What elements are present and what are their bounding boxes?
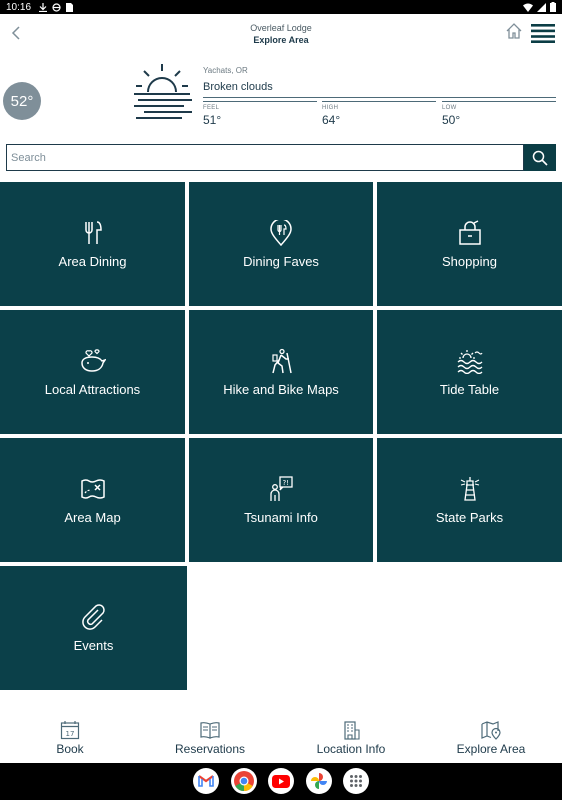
hamburger-icon [531, 24, 555, 43]
tile-label: Area Dining [58, 253, 127, 269]
low-label: LOW [442, 105, 457, 111]
tile-label: Shopping [442, 253, 497, 269]
status-bar: 10:16 [0, 0, 562, 14]
sun-clouds-icon [134, 64, 192, 119]
hiker-icon [272, 348, 292, 373]
calendar-day: 17 [66, 730, 75, 738]
tile-dining-faves[interactable]: Dining Faves [189, 182, 373, 306]
battery-icon [550, 2, 556, 12]
tile-tide-table[interactable]: Tide Table [377, 310, 562, 434]
feel-value: 51° [203, 113, 222, 127]
home-button[interactable] [505, 22, 523, 40]
download-icon [39, 2, 48, 12]
tile-label: Tsunami Info [244, 509, 318, 525]
treasure-map-icon [80, 478, 105, 499]
tile-area-map[interactable]: Area Map [0, 438, 185, 562]
nav-location-info[interactable]: Location Info [281, 710, 421, 763]
waves-icon [457, 349, 483, 374]
low-value: 50° [442, 113, 461, 127]
sync-icon [52, 2, 61, 12]
search-box [6, 144, 524, 171]
tile-label: Events [73, 637, 114, 653]
dining-pin-icon [270, 219, 292, 246]
status-time: 10:16 [6, 1, 32, 13]
header-subtitle: Overleaf Lodge [250, 23, 312, 33]
person-alert-icon: ?! [270, 475, 293, 501]
sim-icon [66, 2, 74, 12]
signal-icon [537, 2, 546, 12]
shopping-bag-icon [458, 219, 481, 245]
tile-shopping[interactable]: Shopping [377, 182, 562, 306]
tile-label: Area Map [64, 509, 121, 525]
search-button[interactable] [524, 144, 556, 171]
menu-button[interactable] [531, 23, 555, 43]
gmail-icon[interactable] [193, 768, 219, 794]
nav-book[interactable]: 17 Book [0, 710, 140, 763]
nav-label: Location Info [316, 742, 386, 756]
map-pin-icon [481, 721, 501, 740]
tile-tsunami-info[interactable]: ?! Tsunami Info [189, 438, 373, 562]
high-stat: HIGH 64° [322, 101, 436, 127]
tile-hike-bike-maps[interactable]: Hike and Bike Maps [189, 310, 373, 434]
nav-reservations[interactable]: Reservations [140, 710, 280, 763]
high-label: HIGH [322, 105, 339, 111]
home-icon [506, 23, 522, 39]
nav-label: Book [56, 742, 84, 756]
nav-label: Reservations [174, 742, 246, 756]
building-icon [344, 721, 360, 740]
calendar-icon: 17 [60, 721, 80, 740]
tile-label: Dining Faves [243, 253, 319, 269]
book-icon [200, 722, 220, 739]
current-temp: 52° [10, 92, 34, 110]
tile-label: State Parks [435, 509, 504, 525]
high-value: 64° [322, 113, 341, 127]
tile-label: Tide Table [439, 381, 500, 397]
weather-conditions: Broken clouds [203, 81, 556, 98]
feel-stat: FEEL 51° [203, 101, 317, 127]
feel-label: FEEL [203, 105, 220, 111]
system-dock [0, 763, 562, 800]
bottom-nav: 17 Book Reservations Location Info Explo… [0, 710, 562, 763]
tile-label: Local Attractions [44, 381, 141, 397]
chrome-icon[interactable] [231, 768, 257, 794]
weather-location: Yachats, OR [203, 66, 248, 75]
tile-label: Hike and Bike Maps [223, 381, 339, 397]
current-temp-badge: 52° [3, 82, 41, 120]
tile-local-attractions[interactable]: Local Attractions [0, 310, 185, 434]
search-icon [532, 150, 548, 166]
search-input[interactable] [7, 145, 523, 170]
photos-icon[interactable] [306, 768, 332, 794]
header-titles: Overleaf Lodge Explore Area [0, 22, 562, 46]
app-header: Overleaf Lodge Explore Area [0, 14, 562, 54]
whale-icon [80, 348, 106, 372]
tile-state-parks[interactable]: State Parks [377, 438, 562, 562]
page-title: Explore Area [253, 35, 309, 45]
tile-area-dining[interactable]: Area Dining [0, 182, 185, 306]
nav-label: Explore Area [456, 742, 526, 756]
svg-text:?!: ?! [283, 479, 290, 487]
apps-icon[interactable] [343, 768, 369, 794]
youtube-icon[interactable] [268, 768, 294, 794]
lighthouse-icon [460, 476, 479, 501]
fork-knife-icon [84, 220, 102, 244]
tile-events[interactable]: Events [0, 566, 187, 690]
paperclip-icon [81, 603, 105, 630]
wifi-icon [523, 3, 533, 12]
nav-explore-area[interactable]: Explore Area [421, 710, 561, 763]
low-stat: LOW 50° [442, 101, 556, 127]
